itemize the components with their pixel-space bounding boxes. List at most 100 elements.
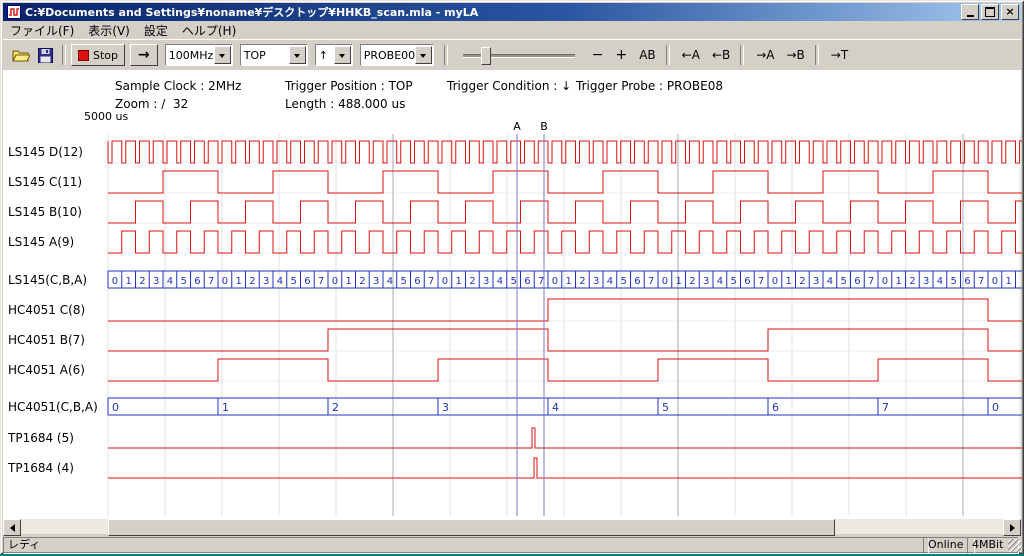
bus-value: 6	[744, 276, 750, 287]
zoom-slider-thumb[interactable]	[481, 47, 491, 65]
scroll-right-button[interactable]	[1003, 519, 1021, 536]
jump-a-left-button[interactable]: ←A	[677, 44, 705, 66]
bus-value: 6	[634, 276, 640, 287]
maximize-icon	[985, 7, 995, 17]
bus-value: 7	[208, 276, 214, 287]
bus-value: 5	[950, 276, 956, 287]
menu-item-view[interactable]: 表示(V)	[81, 21, 137, 40]
resize-grip[interactable]	[1008, 539, 1021, 552]
app-window: C:¥Documents and Settings¥noname¥デスクトップ¥…	[0, 0, 1024, 554]
bus-value: 7	[538, 276, 544, 287]
maximize-button[interactable]	[981, 4, 999, 20]
chevron-down-icon[interactable]	[214, 46, 231, 64]
menubar: ファイル(F)表示(V)設定ヘルプ(H)	[3, 22, 1021, 39]
trigger-edge-select[interactable]: ↑	[315, 44, 353, 66]
waveform-hc4051-c8	[108, 299, 1022, 321]
trigger-condition-info: Trigger Condition : ↓	[447, 79, 571, 93]
save-floppy-icon	[38, 48, 53, 63]
waveform-hc4051-b7	[108, 329, 1022, 351]
menu-item-settings[interactable]: 設定	[137, 21, 175, 40]
chevron-down-icon[interactable]	[289, 46, 306, 64]
bus-value: 3	[483, 276, 489, 287]
bus-value: 0	[882, 276, 888, 287]
bus-value: 5	[290, 276, 296, 287]
save-button[interactable]	[33, 44, 57, 66]
zoom-out-button[interactable]: −	[587, 44, 609, 66]
bus-value: 0	[552, 276, 558, 287]
toolbar-separator	[815, 45, 819, 65]
bus-value: 5	[180, 276, 186, 287]
bus-value: 1	[455, 276, 461, 287]
trigger-probe-select[interactable]: PROBE00	[360, 44, 434, 66]
bus-value: 2	[332, 401, 339, 414]
run-button[interactable]: →	[130, 44, 158, 66]
waveform-ls145-a9	[108, 231, 1022, 253]
trigger-position-info: Trigger Position : TOP	[285, 79, 413, 93]
bus-value: 2	[139, 276, 145, 287]
jump-a-right-button[interactable]: →A	[751, 44, 779, 66]
bus-value: 5	[400, 276, 406, 287]
bus-value: 3	[703, 276, 709, 287]
zoom-in-button[interactable]: +	[610, 44, 632, 66]
cursor-a-label: A	[513, 120, 521, 133]
bus-value: 0	[112, 276, 118, 287]
bus-value: 2	[469, 276, 475, 287]
bus-value: 2	[689, 276, 695, 287]
bus-value: 6	[414, 276, 420, 287]
bus-value: 7	[758, 276, 764, 287]
clock-select[interactable]: 100MHz	[165, 44, 233, 66]
bus-value: 5	[730, 276, 736, 287]
bus-value: 3	[813, 276, 819, 287]
stop-button-label: Stop	[93, 49, 118, 62]
waveform-display[interactable]: 0123456701234567012345670123456701234567…	[0, 120, 1024, 518]
jump-trigger-button[interactable]: →T	[826, 44, 853, 66]
bus-value: 1	[565, 276, 571, 287]
chevron-down-icon[interactable]	[334, 46, 351, 64]
bus-value: 6	[964, 276, 970, 287]
window-title: C:¥Documents and Settings¥noname¥デスクトップ¥…	[25, 4, 959, 20]
trigger-edge-select-value: ↑	[316, 49, 334, 62]
waveform-tp1684-4	[108, 458, 1022, 478]
jump-b-left-button[interactable]: ←B	[707, 44, 735, 66]
stop-button[interactable]: Stop	[71, 44, 125, 66]
waveform-ls145-b10	[108, 201, 1022, 223]
scrollbar-thumb[interactable]	[108, 519, 835, 536]
bus-value: 0	[112, 401, 119, 414]
bus-value: 1	[125, 276, 131, 287]
app-icon[interactable]	[7, 5, 21, 19]
menu-item-file[interactable]: ファイル(F)	[3, 21, 81, 40]
jump-b-right-button[interactable]: →B	[782, 44, 810, 66]
bus-value: 4	[827, 276, 833, 287]
bus-value: 2	[909, 276, 915, 287]
bus-value: 4	[167, 276, 173, 287]
chevron-down-icon[interactable]	[415, 46, 432, 64]
scroll-left-icon	[6, 524, 15, 532]
horizontal-scrollbar[interactable]	[3, 519, 1021, 534]
bus-value: 6	[194, 276, 200, 287]
bus-value: 0	[332, 276, 338, 287]
bus-value: 1	[785, 276, 791, 287]
zoom-slider[interactable]	[463, 45, 575, 65]
bus-value: 1	[1005, 276, 1011, 287]
bus-value: 2	[799, 276, 805, 287]
bus-value: 4	[552, 401, 559, 414]
open-button[interactable]	[9, 44, 33, 66]
status-message: レディ	[3, 537, 929, 554]
toolbar-separator	[444, 45, 448, 65]
menu-item-help[interactable]: ヘルプ(H)	[175, 21, 243, 40]
bus-value: 3	[263, 276, 269, 287]
minimize-button[interactable]	[961, 4, 979, 20]
toolbar: Stop → 100MHz TOP ↑ PROBE00 − + AB ←A ←B	[3, 39, 1021, 71]
bus-value: 7	[318, 276, 324, 287]
trigger-position-select[interactable]: TOP	[240, 44, 308, 66]
bus-value: 5	[662, 401, 669, 414]
bus-value: 6	[772, 401, 779, 414]
titlebar: C:¥Documents and Settings¥noname¥デスクトップ¥…	[3, 3, 1021, 21]
scroll-left-button[interactable]	[3, 519, 21, 536]
bus-value: 5	[510, 276, 516, 287]
trigger-position-select-value: TOP	[241, 49, 289, 62]
zoom-ab-button[interactable]: AB	[634, 44, 660, 66]
close-button[interactable]: ×	[1001, 4, 1019, 20]
zoom-slider-track	[463, 54, 575, 58]
bus-value: 1	[345, 276, 351, 287]
